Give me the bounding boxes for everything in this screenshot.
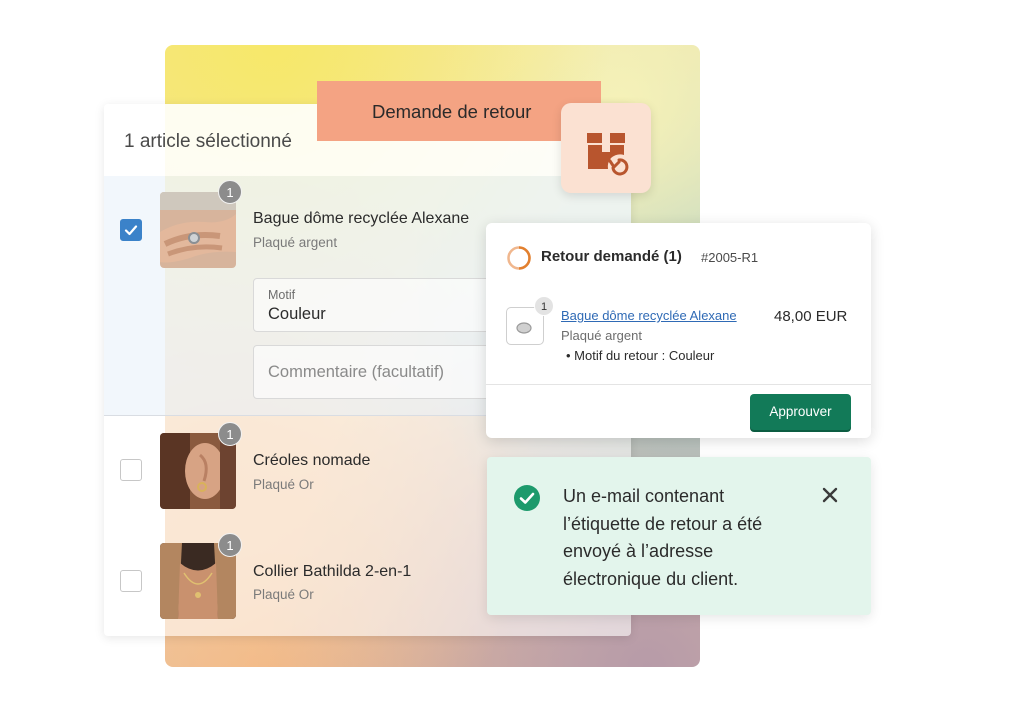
reason-value: Couleur (268, 305, 326, 323)
return-request-banner: Demande de retour (317, 81, 601, 141)
close-icon[interactable] (820, 485, 840, 505)
divider (486, 384, 871, 385)
return-detail-card: Retour demandé (1) #2005-R1 1 Bague dôme… (486, 223, 871, 438)
item-variant: Plaqué Or (253, 477, 314, 492)
box-return-icon (561, 103, 651, 193)
comment-input[interactable]: Commentaire (facultatif) (253, 345, 493, 399)
item-name: Collier Bathilda 2-en-1 (253, 563, 412, 580)
toast-message: Un e-mail contenant l’étiquette de retou… (563, 486, 763, 589)
banner-title: Demande de retour (372, 101, 532, 122)
item-checkbox-alexane[interactable] (120, 219, 142, 241)
item-image-ring (160, 192, 236, 268)
check-circle-icon (514, 485, 540, 511)
item-quantity-badge: 1 (218, 180, 242, 204)
item-quantity-badge: 1 (218, 533, 242, 557)
item-quantity-badge: 1 (218, 422, 242, 446)
success-toast: Un e-mail contenant l’étiquette de retou… (487, 457, 871, 615)
reason-select[interactable]: Motif Couleur (253, 278, 493, 332)
checkmark-icon (124, 225, 138, 236)
approve-button[interactable]: Approuver (750, 394, 851, 430)
detail-item-price: 48,00 EUR (774, 308, 848, 325)
detail-return-reason: • Motif du retour : Couleur (566, 348, 715, 363)
item-name: Créoles nomade (253, 452, 371, 469)
detail-item-link[interactable]: Bague dôme recyclée Alexane (561, 308, 737, 323)
detail-return-reason-text: Motif du retour : Couleur (574, 348, 715, 363)
item-checkbox-creoles[interactable] (120, 459, 142, 481)
item-name: Bague dôme recyclée Alexane (253, 210, 470, 227)
item-variant: Plaqué argent (253, 235, 338, 250)
return-order-ref: #2005-R1 (701, 250, 759, 265)
return-status-title: Retour demandé (1) (541, 248, 682, 265)
comment-placeholder: Commentaire (facultatif) (268, 363, 445, 381)
reason-label: Motif (268, 288, 296, 302)
in-progress-icon (507, 246, 531, 270)
return-request-scene: 1 article sélectionné 1 Bague dôme recyc… (0, 0, 1024, 704)
item-variant: Plaqué Or (253, 587, 314, 602)
detail-item-quantity: 1 (534, 296, 554, 316)
selected-count: 1 article sélectionné (124, 131, 292, 152)
item-checkbox-bathilda[interactable] (120, 570, 142, 592)
detail-item-variant: Plaqué argent (561, 328, 642, 343)
